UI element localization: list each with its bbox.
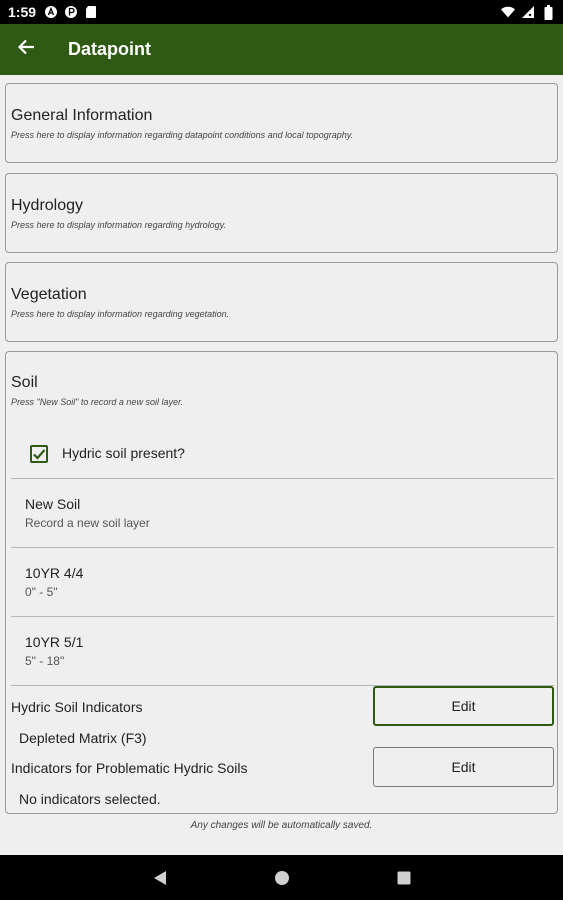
soil-layer-item[interactable]: 10YR 4/4 0" - 5" xyxy=(11,547,554,615)
soil-title: Soil xyxy=(11,374,38,391)
main-content: General Information Press here to displa… xyxy=(0,75,563,855)
hydrology-subtitle: Press here to display information regard… xyxy=(11,220,226,230)
status-bar: 1:59 xyxy=(0,0,563,24)
problematic-indicators-label: Indicators for Problematic Hydric Soils xyxy=(11,760,248,776)
divider xyxy=(11,547,554,548)
vegetation-card[interactable]: Vegetation Press here to display informa… xyxy=(5,262,558,342)
hydric-indicators-label: Hydric Soil Indicators xyxy=(11,699,143,715)
vegetation-subtitle: Press here to display information regard… xyxy=(11,309,230,319)
soil-item-detail: 0" - 5" xyxy=(25,585,58,599)
hydric-soil-row: Hydric soil present? xyxy=(6,434,557,474)
hydric-soil-checkbox[interactable] xyxy=(30,445,48,463)
check-icon xyxy=(33,449,46,460)
notification-p-icon xyxy=(64,5,78,19)
hydrology-title: Hydrology xyxy=(11,197,84,214)
battery-icon xyxy=(541,4,555,20)
page-title: Datapoint xyxy=(68,39,151,59)
problematic-indicators-edit-button[interactable]: Edit xyxy=(373,747,554,787)
soil-item-name: New Soil xyxy=(25,496,81,512)
sd-card-icon xyxy=(84,5,98,19)
circle-home-icon xyxy=(274,870,289,885)
triangle-back-icon xyxy=(153,870,166,885)
soil-item-detail: Record a new soil layer xyxy=(25,516,150,530)
notification-a-icon xyxy=(44,5,58,19)
hydric-indicators-value: Depleted Matrix (F3) xyxy=(19,730,147,746)
soil-item-name: 10YR 5/1 xyxy=(25,634,84,650)
status-time: 1:59 xyxy=(8,4,37,20)
general-information-subtitle: Press here to display information regard… xyxy=(11,130,354,140)
autosave-note: Any changes will be automatically saved. xyxy=(190,820,373,831)
nav-home-button[interactable] xyxy=(270,866,294,890)
hydric-indicators-edit-button[interactable]: Edit xyxy=(373,686,554,726)
soil-subtitle: Press "New Soil" to record a new soil la… xyxy=(11,397,184,407)
soil-item-name: 10YR 4/4 xyxy=(25,565,84,581)
divider xyxy=(11,478,554,479)
signal-icon xyxy=(521,5,535,19)
arrow-left-icon xyxy=(17,38,35,61)
square-recents-icon xyxy=(397,871,410,884)
wifi-icon xyxy=(501,5,515,19)
nav-recents-button[interactable] xyxy=(392,866,416,890)
vegetation-title: Vegetation xyxy=(11,286,87,303)
general-information-card[interactable]: General Information Press here to displa… xyxy=(5,83,558,163)
hydrology-card[interactable]: Hydrology Press here to display informat… xyxy=(5,173,558,253)
problematic-indicators-value: No indicators selected. xyxy=(19,791,161,807)
soil-card: Soil Press "New Soil" to record a new so… xyxy=(5,351,558,814)
app-bar: Datapoint xyxy=(0,24,563,75)
soil-item-detail: 5" - 18" xyxy=(25,654,65,668)
nav-back-button[interactable] xyxy=(148,866,172,890)
new-soil-item[interactable]: New Soil Record a new soil layer xyxy=(11,478,554,546)
back-button[interactable] xyxy=(2,24,50,75)
hydric-soil-label: Hydric soil present? xyxy=(62,445,185,461)
general-information-title: General Information xyxy=(11,107,153,124)
navigation-bar xyxy=(0,855,563,900)
divider xyxy=(11,616,554,617)
soil-layer-item[interactable]: 10YR 5/1 5" - 18" xyxy=(11,616,554,684)
